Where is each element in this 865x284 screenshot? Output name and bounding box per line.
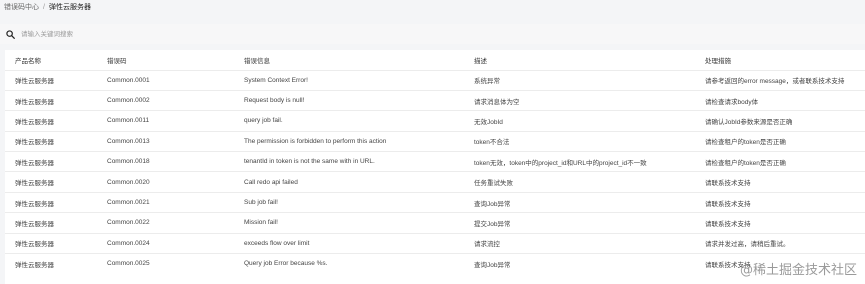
cell-error-message: Call redo api failed: [234, 171, 464, 193]
header-product-name: 产品名称: [15, 57, 41, 65]
cell-product-name: 弹性云服务器: [5, 130, 97, 152]
cell-product-name: 弹性云服务器: [5, 151, 97, 172]
cell-error-code: Common.0024: [97, 232, 234, 254]
cell-solution: 请联系技术支持: [695, 191, 865, 213]
cell-error-message: tenantId in token is not the same with i…: [234, 151, 464, 172]
cell-product-name: 弹性云服务器: [5, 89, 97, 111]
breadcrumb-current: 弹性云服务器: [48, 4, 91, 11]
header-error-message: 错误信息: [244, 57, 270, 65]
cell-error-message: exceeds flow over limit: [234, 232, 464, 254]
table-row: 弹性云服务器 Common.0013 The permission is forbi…: [5, 130, 865, 152]
cell-solution: 请确认JobId参数来源是否正确: [695, 110, 865, 132]
cell-solution: 请参考返回的error message，或者联系技术支持: [695, 69, 865, 91]
cell-product-name: 弹性云服务器: [5, 110, 97, 132]
cell-description: token不合法: [464, 130, 695, 152]
cell-error-code: Common.0021: [97, 191, 234, 213]
table-row: 弹性云服务器 Common.0011 query job fail. 无效JobId 请…: [5, 110, 865, 132]
cell-error-message: System Context Error!: [234, 69, 464, 91]
search-input[interactable]: [21, 28, 321, 40]
breadcrumb-parent-link[interactable]: 错误码中心: [4, 3, 39, 13]
cell-description: 提交Job异常: [464, 212, 695, 234]
error-code-table: 产品名称 错误码 错误信息 描述 处理措施 弹性云服务器 Common.0001 S…: [5, 50, 865, 284]
cell-description: token无效，token中的project_id和URL中的project_i…: [464, 151, 695, 172]
cell-description: 查询Job异常: [464, 191, 695, 213]
cell-product-name: 弹性云服务器: [5, 212, 97, 234]
cell-product-name: 弹性云服务器: [5, 171, 97, 193]
cell-description: 系统异常: [464, 69, 695, 91]
cell-description: 请求流控: [464, 232, 695, 254]
search-bar: [0, 24, 865, 44]
table-row: 弹性云服务器 Common.0020 Call redo api failed 任务重…: [5, 171, 865, 193]
cell-error-code: Common.0011: [97, 110, 234, 132]
cell-description: 请求消息体为空: [464, 89, 695, 111]
table-row: 弹性云服务器 Common.0018 tenantId in token is no…: [5, 151, 865, 172]
breadcrumb: 错误码中心 / 弹性云服务器: [4, 3, 91, 13]
cell-solution: 请联系技术支持: [695, 171, 865, 193]
cell-error-code: Common.0020: [97, 171, 234, 193]
cell-solution: 请检查租户的token是否正确: [695, 130, 865, 152]
cell-description: 无效JobId: [464, 110, 695, 132]
breadcrumb-separator: /: [43, 4, 45, 11]
header-description: 描述: [474, 57, 487, 65]
cell-solution: 请求并发过高，请稍后重试。: [695, 232, 865, 254]
header-solution: 处理措施: [705, 57, 731, 65]
table-row: 弹性云服务器 Common.0022 Mission fail! 提交Job异常 请联系…: [5, 212, 865, 234]
cell-product-name: 弹性云服务器: [5, 232, 97, 254]
cell-product-name: 弹性云服务器: [5, 253, 97, 274]
cell-solution: 请联系技术支持: [695, 212, 865, 234]
cell-error-code: Common.0002: [97, 89, 234, 111]
table-header-row: 产品名称 错误码 错误信息 描述 处理措施: [5, 50, 865, 70]
table-row: 弹性云服务器 Common.0002 Request body is null! 请求…: [5, 89, 865, 111]
cell-product-name: 弹性云服务器: [5, 191, 97, 213]
cell-error-message: The permission is forbidden to perform t…: [234, 130, 464, 152]
watermark: @稀土掘金技术社区: [739, 263, 857, 278]
table-row: 弹性云服务器 Common.0001 System Context Error! 系统…: [5, 69, 865, 91]
cell-description: 查询Job异常: [464, 253, 695, 274]
cell-error-code: Common.0022: [97, 212, 234, 234]
header-error-code: 错误码: [107, 57, 127, 65]
cell-error-code: Common.0001: [97, 69, 234, 91]
cell-error-code: Common.0018: [97, 151, 234, 172]
search-icon[interactable]: [6, 29, 15, 39]
table-row: 弹性云服务器 Common.0021 Sub job fail! 查询Job异常 请联系…: [5, 191, 865, 213]
cell-solution: 请检查请求body体: [695, 89, 865, 111]
cell-error-message: query job fail.: [234, 110, 464, 132]
table-row: 弹性云服务器 Common.0025 Query job Error because…: [5, 253, 865, 274]
table-row: 弹性云服务器 Common.0024 exceeds flow over limit…: [5, 232, 865, 254]
cell-error-code: Common.0013: [97, 130, 234, 152]
cell-error-message: Sub job fail!: [234, 191, 464, 213]
cell-error-message: Query job Error because %s.: [234, 253, 464, 274]
cell-solution: 请检查租户的token是否正确: [695, 151, 865, 172]
cell-error-message: Request body is null!: [234, 89, 464, 111]
cell-description: 任务重试失败: [464, 171, 695, 193]
cell-product-name: 弹性云服务器: [5, 69, 97, 91]
cell-error-code: Common.0025: [97, 253, 234, 274]
cell-error-message: Mission fail!: [234, 212, 464, 234]
